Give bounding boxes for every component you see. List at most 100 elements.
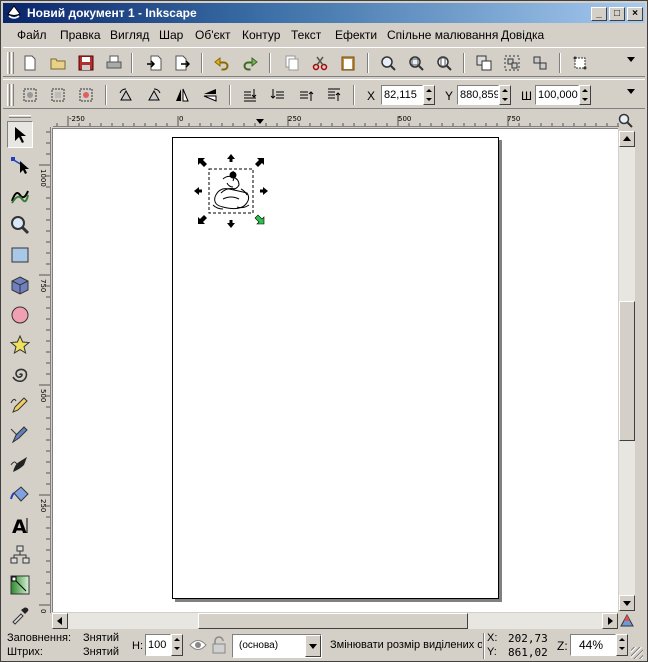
paste-button[interactable]	[337, 52, 359, 74]
scroll-right-button[interactable]	[602, 613, 618, 629]
redo-button[interactable]	[239, 52, 261, 74]
raise-button[interactable]	[295, 84, 317, 106]
layer-dropdown-button[interactable]	[305, 635, 321, 657]
menu-layer[interactable]: Шар	[159, 28, 183, 42]
horizontal-scroll-thumb[interactable]	[198, 613, 468, 629]
lower-to-bottom-button[interactable]	[239, 84, 261, 106]
menu-text[interactable]: Текст	[291, 28, 321, 42]
menu-object[interactable]: Об'єкт	[195, 28, 231, 42]
cut-button[interactable]	[309, 52, 331, 74]
resize-handle-top-left[interactable]	[198, 158, 207, 167]
resize-handle-bottom-left[interactable]	[198, 215, 207, 224]
toolbox-grip[interactable]	[9, 115, 31, 118]
select-all-button[interactable]	[19, 84, 41, 106]
ungroup-button[interactable]	[529, 52, 551, 74]
opacity-spin-buttons[interactable]	[171, 634, 183, 656]
flip-horizontal-button[interactable]	[171, 84, 193, 106]
resize-handle-top[interactable]	[227, 154, 235, 162]
vertical-scroll-thumb[interactable]	[619, 301, 635, 441]
fill-value[interactable]: Знятий	[83, 632, 119, 644]
maximize-button[interactable]: □	[609, 7, 625, 21]
duplicate-button[interactable]	[473, 52, 495, 74]
resize-handle-top-right[interactable]	[255, 158, 264, 167]
gradient-tool[interactable]	[7, 571, 33, 598]
print-button[interactable]	[103, 52, 125, 74]
open-button[interactable]	[47, 52, 69, 74]
new-document-button[interactable]	[19, 52, 41, 74]
text-tool[interactable]: A	[7, 511, 33, 538]
spiral-tool[interactable]	[7, 361, 33, 388]
copy-button[interactable]	[281, 52, 303, 74]
ellipse-tool[interactable]	[7, 301, 33, 328]
rectangle-tool[interactable]	[7, 241, 33, 268]
pencil-tool[interactable]	[7, 391, 33, 418]
zoom-corner-icon[interactable]	[617, 113, 635, 129]
zoom-spin-buttons[interactable]	[616, 634, 628, 656]
paint-bucket-tool[interactable]	[7, 481, 33, 508]
zoom-tool[interactable]	[7, 211, 33, 238]
opacity-input[interactable]: 100	[145, 634, 171, 656]
width-input[interactable]: 100,000	[535, 85, 579, 105]
menu-effects[interactable]: Ефекти	[335, 28, 377, 42]
select-all-layers-button[interactable]	[47, 84, 69, 106]
vertical-scrollbar[interactable]	[619, 131, 635, 611]
save-button[interactable]	[75, 52, 97, 74]
resize-handle-bottom[interactable]	[227, 220, 235, 228]
node-tool[interactable]	[7, 151, 33, 178]
horizontal-scrollbar[interactable]	[52, 613, 618, 629]
selector-tool[interactable]	[7, 121, 33, 148]
menu-edit[interactable]: Правка	[60, 28, 101, 42]
minimize-button[interactable]: _	[591, 7, 607, 21]
undo-button[interactable]	[211, 52, 233, 74]
layer-dropdown[interactable]: (основа)	[232, 634, 322, 658]
scroll-down-button[interactable]	[619, 595, 635, 611]
resize-handle-right[interactable]	[260, 187, 268, 195]
toolbar-overflow-icon[interactable]	[627, 57, 635, 62]
pen-tool[interactable]	[7, 421, 33, 448]
transform-dialog-button[interactable]	[569, 52, 591, 74]
flip-vertical-button[interactable]	[199, 84, 221, 106]
zoom-drawing-button[interactable]	[405, 52, 427, 74]
toolbar-grip[interactable]	[11, 52, 14, 74]
eye-visibility-icon[interactable]	[189, 637, 207, 653]
menu-help[interactable]: Довідка	[501, 28, 544, 42]
resize-handle-left[interactable]	[194, 187, 202, 195]
menu-view[interactable]: Вигляд	[110, 28, 149, 42]
dropper-tool[interactable]	[7, 601, 33, 628]
export-button[interactable]	[171, 52, 193, 74]
drawing-canvas[interactable]	[52, 128, 618, 612]
toolbar-grip[interactable]	[7, 84, 10, 106]
zoom-selection-button[interactable]	[377, 52, 399, 74]
menu-file[interactable]: Файл	[17, 28, 47, 42]
lock-icon[interactable]	[212, 636, 226, 654]
x-spin-buttons[interactable]	[423, 85, 435, 105]
width-spin-buttons[interactable]	[579, 85, 591, 105]
y-coordinate-input[interactable]: 880,859	[457, 85, 499, 105]
toolbar-grip[interactable]	[11, 84, 14, 106]
import-button[interactable]	[143, 52, 165, 74]
close-button[interactable]: ×	[627, 7, 643, 21]
stroke-value[interactable]: Знятий	[83, 646, 119, 658]
toolbar-overflow-icon[interactable]	[627, 89, 635, 94]
deselect-button[interactable]	[75, 84, 97, 106]
menu-path[interactable]: Контур	[242, 28, 280, 42]
rotate-ccw-button[interactable]	[115, 84, 137, 106]
resize-grip-icon[interactable]	[631, 647, 643, 659]
tweak-tool[interactable]	[7, 181, 33, 208]
selected-object[interactable]	[193, 153, 269, 229]
calligraphy-tool[interactable]	[7, 451, 33, 478]
3d-box-tool[interactable]	[7, 271, 33, 298]
scroll-up-button[interactable]	[619, 131, 635, 147]
menu-collaboration[interactable]: Спільне малювання	[387, 28, 498, 42]
toolbar-grip[interactable]	[7, 52, 10, 74]
zoom-page-button[interactable]	[433, 52, 455, 74]
raise-to-top-button[interactable]	[323, 84, 345, 106]
zoom-input[interactable]: 44%	[570, 634, 616, 656]
group-button[interactable]	[501, 52, 523, 74]
rotate-cw-button[interactable]	[143, 84, 165, 106]
connector-tool[interactable]	[7, 541, 33, 568]
lower-button[interactable]	[267, 84, 289, 106]
y-spin-buttons[interactable]	[499, 85, 511, 105]
star-tool[interactable]	[7, 331, 33, 358]
resize-handle-bottom-right-active[interactable]	[254, 214, 265, 225]
